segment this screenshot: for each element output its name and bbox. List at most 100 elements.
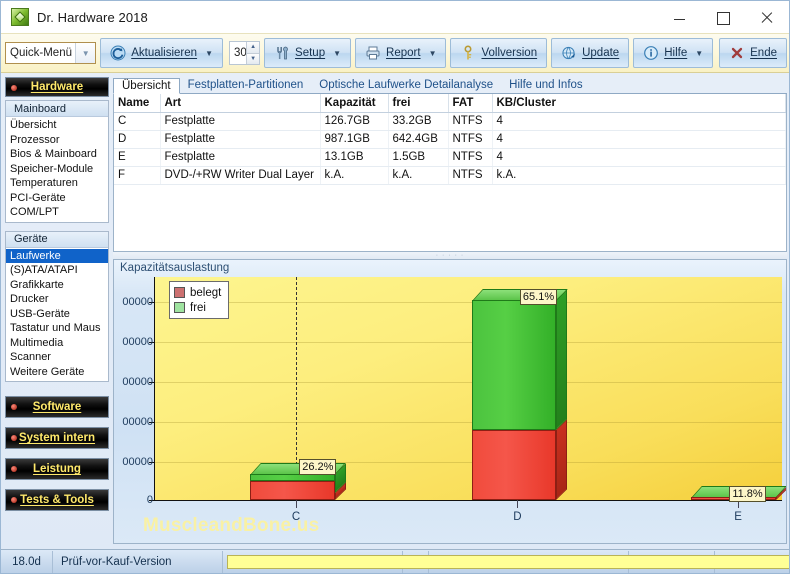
capacity-chart-panel: Kapazitätsauslastung 00000 00000 00000 0… bbox=[113, 259, 787, 544]
sidebar-item-pci-geraete[interactable]: PCI-Geräte bbox=[6, 191, 108, 206]
stepper-up-icon[interactable]: ▲ bbox=[246, 42, 260, 53]
ende-button[interactable]: Ende bbox=[719, 38, 787, 68]
sidebar-category-software[interactable]: Software bbox=[5, 396, 109, 418]
chart-title: Kapazitätsauslastung bbox=[120, 262, 230, 274]
sidebar-category-hardware[interactable]: Hardware bbox=[5, 77, 109, 97]
sidebar-item-uebersicht[interactable]: Übersicht bbox=[6, 118, 108, 133]
sidebar-group-list: Laufwerke (S)ATA/ATAPI Grafikkarte Druck… bbox=[6, 248, 108, 382]
update-button[interactable]: Update bbox=[551, 38, 630, 68]
cell-art: Festplatte bbox=[160, 148, 321, 167]
chevron-down-icon[interactable]: ▼ bbox=[429, 49, 437, 58]
sidebar-item-sata-atapi[interactable]: (S)ATA/ATAPI bbox=[6, 263, 108, 278]
key-icon bbox=[460, 45, 476, 61]
bar-value-label-d: 65.1% bbox=[519, 288, 558, 305]
quick-menu-value: Quick-Menü bbox=[10, 47, 72, 59]
sidebar-item-temperaturen[interactable]: Temperaturen bbox=[6, 176, 108, 191]
cell-name: C bbox=[114, 112, 161, 131]
tools-icon bbox=[274, 45, 290, 61]
sidebar-group-geraete: Geräte Laufwerke (S)ATA/ATAPI Grafikkart… bbox=[5, 230, 109, 382]
gridline bbox=[155, 341, 782, 343]
maximize-icon[interactable] bbox=[701, 2, 745, 32]
cell-name: F bbox=[114, 166, 161, 185]
sidebar-item-scanner[interactable]: Scanner bbox=[6, 350, 108, 365]
cell-frei: k.A. bbox=[388, 166, 449, 185]
sidebar-category-label: Tests & Tools bbox=[20, 494, 94, 506]
table-row[interactable]: F DVD-/+RW Writer Dual Layer k.A. k.A. N… bbox=[114, 166, 786, 185]
close-icon[interactable] bbox=[745, 2, 789, 32]
y-axis-tick-label: 00000 bbox=[122, 415, 153, 428]
tab-uebersicht[interactable]: Übersicht bbox=[113, 78, 180, 94]
tab-hilfe-und-infos[interactable]: Hilfe und Infos bbox=[501, 77, 591, 93]
chevron-down-icon[interactable]: ▼ bbox=[695, 49, 703, 58]
legend-label: frei bbox=[190, 301, 206, 314]
column-header-art[interactable]: Art bbox=[160, 94, 321, 113]
column-header-kbcluster[interactable]: KB/Cluster bbox=[492, 94, 786, 113]
chevron-down-icon[interactable]: ▼ bbox=[333, 49, 341, 58]
column-header-name[interactable]: Name bbox=[114, 94, 161, 113]
column-header-kapazitaet[interactable]: Kapazität bbox=[320, 94, 389, 113]
cell-name: E bbox=[114, 148, 161, 167]
sidebar-item-drucker[interactable]: Drucker bbox=[6, 292, 108, 307]
refresh-interval-value: 30 bbox=[233, 47, 247, 59]
refresh-interval-stepper[interactable]: 30 ▲ ▼ bbox=[228, 41, 261, 65]
table-row[interactable]: C Festplatte 126.7GB 33.2GB NTFS 4 bbox=[114, 112, 786, 131]
sidebar-item-tastatur-und-maus[interactable]: Tastatur und Maus bbox=[6, 321, 108, 336]
bar-drive-c bbox=[250, 463, 346, 500]
setup-button[interactable]: Setup ▼ bbox=[264, 38, 352, 68]
sidebar-item-multimedia[interactable]: Multimedia bbox=[6, 336, 108, 351]
sidebar-item-bios-mainboard[interactable]: Bios & Mainboard bbox=[6, 147, 108, 162]
stepper-down-icon[interactable]: ▼ bbox=[246, 52, 260, 64]
application-window: Dr. Hardware 2018 Quick-Menü ▼ Aktualisi… bbox=[0, 0, 790, 574]
sidebar-item-prozessor[interactable]: Prozessor bbox=[6, 133, 108, 148]
sidebar-item-usb-geraete[interactable]: USB-Geräte bbox=[6, 307, 108, 322]
y-axis-tick-label: 00000 bbox=[122, 375, 153, 388]
info-icon bbox=[643, 45, 659, 61]
legend-label: belegt bbox=[190, 286, 222, 299]
setup-label: Setup bbox=[295, 47, 326, 59]
x-axis-label-e: E bbox=[734, 511, 742, 523]
stepper-arrows[interactable]: ▲ ▼ bbox=[246, 42, 260, 64]
exit-x-icon bbox=[729, 45, 745, 61]
tab-optische-laufwerke-detailanalyse[interactable]: Optische Laufwerke Detailanalyse bbox=[311, 77, 501, 93]
sidebar-item-laufwerke[interactable]: Laufwerke bbox=[6, 248, 108, 263]
report-button[interactable]: Report ▼ bbox=[355, 38, 447, 68]
minimize-icon[interactable] bbox=[657, 2, 701, 32]
quick-menu-dropdown[interactable]: Quick-Menü ▼ bbox=[5, 42, 97, 64]
cell-kapazitaet: 126.7GB bbox=[320, 112, 389, 131]
cell-kbcluster: 4 bbox=[492, 130, 786, 149]
sidebar-category-system-intern[interactable]: System intern bbox=[5, 427, 109, 449]
table-row[interactable]: E Festplatte 13.1GB 1.5GB NTFS 4 bbox=[114, 148, 786, 167]
sidebar-group-title: Geräte bbox=[6, 231, 108, 248]
hilfe-button[interactable]: Hilfe ▼ bbox=[633, 38, 714, 68]
bar-value-label-c: 26.2% bbox=[299, 458, 337, 475]
cell-frei: 1.5GB bbox=[388, 148, 449, 167]
cell-kbcluster: k.A. bbox=[492, 166, 786, 185]
sidebar-item-weitere-geraete[interactable]: Weitere Geräte bbox=[6, 365, 108, 380]
update-label: Update bbox=[582, 47, 620, 59]
status-license-mode: Prüf-vor-Kauf-Version bbox=[53, 550, 223, 573]
sidebar-item-grafikkarte[interactable]: Grafikkarte bbox=[6, 278, 108, 293]
table-row[interactable]: D Festplatte 987.1GB 642.4GB NTFS 4 bbox=[114, 130, 786, 149]
sidebar-item-com-lpt[interactable]: COM/LPT bbox=[6, 205, 108, 220]
panel-splitter[interactable]: · · · · · bbox=[113, 252, 787, 259]
chevron-down-icon[interactable]: ▼ bbox=[205, 49, 213, 58]
vollversion-button[interactable]: Vollversion bbox=[450, 38, 548, 68]
title-bar: Dr. Hardware 2018 bbox=[1, 1, 789, 33]
chevron-down-icon[interactable]: ▼ bbox=[75, 43, 96, 63]
legend-swatch-icon bbox=[174, 287, 185, 298]
y-axis-tick-label: 00000 bbox=[122, 295, 153, 308]
column-header-fat[interactable]: FAT bbox=[448, 94, 493, 113]
gridline bbox=[155, 462, 782, 464]
main-body: Hardware Mainboard Übersicht Prozessor B… bbox=[1, 73, 789, 551]
cell-frei: 33.2GB bbox=[388, 112, 449, 131]
sidebar-item-speicher-module[interactable]: Speicher-Module bbox=[6, 162, 108, 177]
tab-festplatten-partitionen[interactable]: Festplatten-Partitionen bbox=[180, 77, 312, 93]
cell-frei: 642.4GB bbox=[388, 130, 449, 149]
sidebar-category-leistung[interactable]: Leistung bbox=[5, 458, 109, 480]
sidebar-category-tests-tools[interactable]: Tests & Tools bbox=[5, 489, 109, 511]
column-header-frei[interactable]: frei bbox=[388, 94, 449, 113]
report-label: Report bbox=[386, 47, 421, 59]
refresh-button[interactable]: Aktualisieren ▼ bbox=[100, 38, 223, 68]
status-bar: 18.0d Prüf-vor-Kauf-Version n HD2 28.11.… bbox=[1, 549, 789, 573]
cell-fat: NTFS bbox=[448, 166, 493, 185]
